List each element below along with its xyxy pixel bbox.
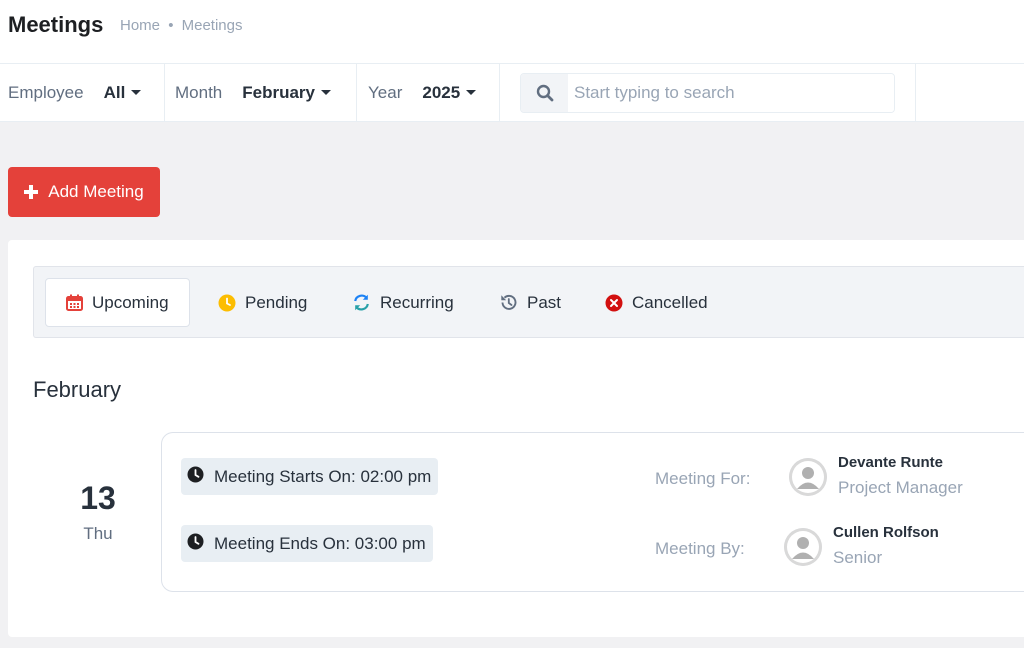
employee-filter-label: Employee [8, 82, 84, 102]
breadcrumb-home[interactable]: Home [120, 17, 160, 34]
meeting-by-label: Meeting By: [655, 539, 745, 558]
month-filter: Month February [165, 64, 357, 121]
employee-filter: Employee All [0, 64, 165, 121]
meeting-for-label: Meeting For: [655, 469, 751, 488]
tab-upcoming-label: Upcoming [92, 292, 169, 312]
caret-down-icon [321, 90, 331, 95]
caret-down-icon [131, 90, 142, 95]
year-filter-label: Year [368, 82, 403, 102]
search-input[interactable] [568, 74, 894, 112]
meetings-panel: Upcoming Pending Recurring Past Cancelle… [8, 240, 1024, 637]
clock-icon [187, 466, 204, 488]
tab-recurring[interactable]: Recurring [352, 278, 454, 327]
month-heading: February [33, 377, 122, 402]
employee-filter-value: All [103, 82, 126, 102]
tab-cancelled-label: Cancelled [632, 292, 708, 312]
page-title: Meetings [8, 12, 104, 37]
tab-cancelled[interactable]: Cancelled [605, 278, 708, 327]
tab-past-label: Past [527, 292, 562, 312]
avatar[interactable] [789, 458, 827, 496]
tab-past[interactable]: Past [499, 278, 561, 327]
meeting-tabs: Upcoming Pending Recurring Past Cancelle… [33, 266, 1024, 338]
meeting-by-role: Senior [833, 548, 883, 567]
tab-pending[interactable]: Pending [218, 278, 307, 327]
avatar[interactable] [784, 528, 822, 566]
clock-icon [218, 294, 236, 312]
clock-icon [187, 533, 204, 555]
tab-recurring-label: Recurring [380, 292, 454, 312]
filter-bar: Employee All Month February Year 2025 [0, 64, 1024, 122]
meeting-for-role: Project Manager [838, 478, 963, 497]
breadcrumb-separator: • [168, 17, 174, 34]
plus-icon [24, 185, 39, 199]
breadcrumb-current: Meetings [181, 17, 243, 34]
meeting-date-day: 13 [80, 480, 116, 516]
caret-down-icon [466, 90, 477, 95]
search-icon[interactable] [521, 74, 568, 112]
meeting-date-weekday: Thu [83, 524, 113, 543]
meeting-start-badge: Meeting Starts On: 02:00 pm [181, 458, 439, 495]
tab-upcoming[interactable]: Upcoming [45, 278, 190, 327]
meeting-card[interactable]: Meeting Starts On: 02:00 pm Meeting Ends… [161, 432, 1024, 592]
month-filter-label: Month [175, 82, 223, 102]
add-meeting-label: Add Meeting [48, 182, 144, 201]
times-circle-icon [605, 294, 623, 312]
year-filter-value: 2025 [422, 82, 461, 102]
employee-filter-dropdown[interactable]: All [104, 83, 142, 103]
meeting-by-name[interactable]: Cullen Rolfson [833, 524, 939, 541]
page-header: Meetings Home • Meetings [0, 0, 1024, 64]
history-icon [499, 293, 518, 312]
month-filter-dropdown[interactable]: February [242, 83, 331, 103]
month-filter-value: February [242, 82, 315, 102]
calendar-icon [66, 294, 83, 311]
meeting-for-name[interactable]: Devante Runte [838, 454, 943, 471]
breadcrumb: Home • Meetings [120, 17, 243, 34]
meeting-end-text: Meeting Ends On: 03:00 pm [214, 533, 426, 553]
year-filter: Year 2025 [357, 64, 500, 121]
add-meeting-button[interactable]: Add Meeting [8, 167, 160, 217]
meeting-start-text: Meeting Starts On: 02:00 pm [214, 466, 432, 486]
tab-pending-label: Pending [245, 292, 308, 312]
refresh-icon [352, 293, 371, 312]
meeting-end-badge: Meeting Ends On: 03:00 pm [181, 525, 433, 562]
search-box [520, 73, 895, 113]
year-filter-dropdown[interactable]: 2025 [422, 82, 477, 103]
